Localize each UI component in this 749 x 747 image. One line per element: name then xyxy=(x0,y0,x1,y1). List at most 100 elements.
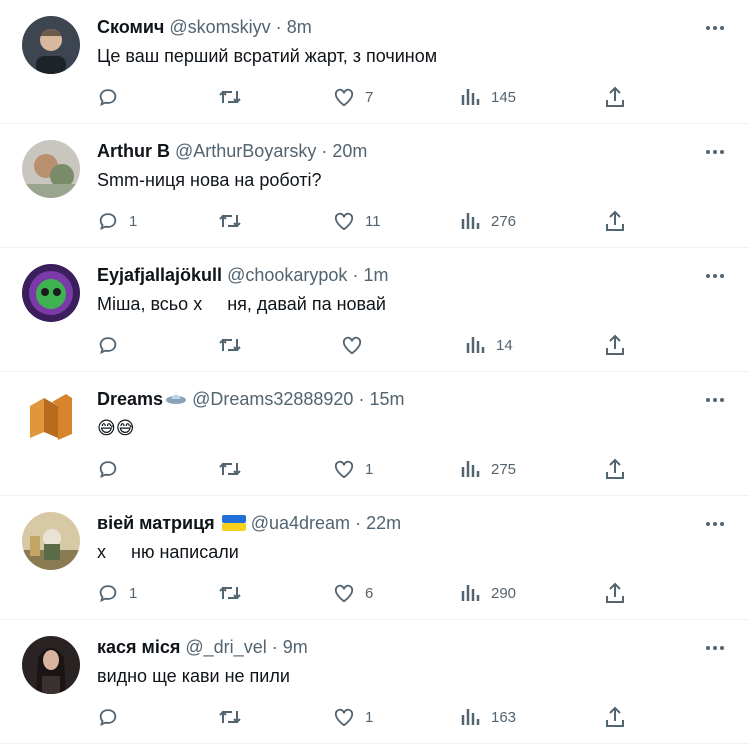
more-dots-icon[interactable] xyxy=(703,636,727,660)
views-button[interactable]: 290 xyxy=(461,580,516,606)
share-button[interactable] xyxy=(605,580,625,606)
reply-button[interactable]: 1 xyxy=(97,580,137,606)
like-count: 1 xyxy=(365,708,374,726)
tweet[interactable]: Dreams @Dreams32888920 · 15m 😅😅 1 275 xyxy=(0,372,749,496)
separator-dot: · xyxy=(352,265,359,285)
heart-icon xyxy=(334,708,354,727)
tweet-text: Це ваш перший всратий жарт, з почином xyxy=(97,46,438,66)
like-button[interactable]: 6 xyxy=(333,580,373,606)
views-button[interactable]: 275 xyxy=(461,456,516,482)
share-button[interactable] xyxy=(605,84,625,110)
share-button[interactable] xyxy=(605,332,625,358)
author-handle[interactable]: @Dreams32888920 xyxy=(192,389,353,409)
like-button[interactable]: 1 xyxy=(333,456,373,482)
share-icon xyxy=(606,458,624,479)
tweet-text: 😅😅 xyxy=(97,418,135,438)
author-handle[interactable]: @ArthurBoyarsky xyxy=(175,141,316,161)
views-icon xyxy=(461,213,480,229)
tweet[interactable]: віей матриця @ua4dream · 22m х ню написа… xyxy=(0,496,749,620)
tweet-header: віей матриця @ua4dream · 22m xyxy=(97,511,401,537)
avatar[interactable] xyxy=(22,16,80,74)
views-icon xyxy=(461,89,480,105)
author-name[interactable]: Eyjafjallajökull xyxy=(97,265,222,285)
reply-icon xyxy=(99,585,117,602)
author-name[interactable]: віей матриця xyxy=(97,513,215,533)
reply-button[interactable] xyxy=(97,456,129,482)
like-button[interactable]: 11 xyxy=(333,208,381,234)
more-dots-icon[interactable] xyxy=(703,140,727,164)
views-icon xyxy=(461,709,480,725)
like-button[interactable]: 7 xyxy=(333,84,373,110)
retweet-icon xyxy=(219,462,241,476)
share-icon xyxy=(606,334,624,355)
heart-icon xyxy=(334,212,354,231)
author-handle[interactable]: @ua4dream xyxy=(251,513,350,533)
timestamp[interactable]: 15m xyxy=(369,389,404,409)
share-icon xyxy=(606,86,624,107)
action-bar: 1 275 xyxy=(0,456,749,482)
timestamp[interactable]: 1m xyxy=(363,265,388,285)
like-button[interactable] xyxy=(341,332,373,358)
tweet[interactable]: Eyjafjallajökull @chookarypok · 1m Міша,… xyxy=(0,248,749,372)
author-handle[interactable]: @chookarypok xyxy=(227,265,347,285)
more-dots-icon[interactable] xyxy=(703,512,727,536)
retweet-button[interactable] xyxy=(218,84,252,110)
ukraine-flag-icon xyxy=(221,513,246,537)
like-count: 7 xyxy=(365,88,374,106)
share-button[interactable] xyxy=(605,208,625,234)
retweet-button[interactable] xyxy=(218,704,252,730)
retweet-button[interactable] xyxy=(218,580,252,606)
avatar[interactable] xyxy=(22,264,80,322)
reply-button[interactable]: 1 xyxy=(97,208,137,234)
views-button[interactable]: 145 xyxy=(461,84,516,110)
reply-button[interactable] xyxy=(97,332,129,358)
author-name[interactable]: Скомич xyxy=(97,17,164,37)
author-name[interactable]: Dreams xyxy=(97,389,163,409)
more-dots-icon[interactable] xyxy=(703,16,727,40)
views-button[interactable]: 276 xyxy=(461,208,516,234)
view-count: 290 xyxy=(491,584,517,602)
action-bar: 1 6 290 xyxy=(0,580,749,606)
more-dots-icon[interactable] xyxy=(703,264,727,288)
tweet[interactable]: Arthur B @ArthurBoyarsky · 20m Smm-ниця … xyxy=(0,124,749,248)
reply-button[interactable] xyxy=(97,704,129,730)
heart-icon xyxy=(334,584,354,603)
author-handle[interactable]: @_dri_vel xyxy=(185,637,266,657)
views-button[interactable]: 14 xyxy=(466,332,513,358)
avatar[interactable] xyxy=(22,512,80,570)
tweet[interactable]: кася міся @_dri_vel · 9m видно ще кави н… xyxy=(0,620,749,744)
timestamp[interactable]: 9m xyxy=(283,637,308,657)
avatar[interactable] xyxy=(22,636,80,694)
reply-feed: Скомич @skomskiyv · 8m Це ваш перший вср… xyxy=(0,0,749,744)
retweet-button[interactable] xyxy=(218,456,252,482)
author-name[interactable]: кася міся xyxy=(97,637,180,657)
like-button[interactable]: 1 xyxy=(333,704,373,730)
action-bar: 7 145 xyxy=(0,84,749,110)
ufo-icon xyxy=(165,389,187,413)
avatar[interactable] xyxy=(22,140,80,198)
avatar[interactable] xyxy=(22,388,80,446)
share-button[interactable] xyxy=(605,704,625,730)
view-count: 276 xyxy=(491,212,517,230)
tweet-text: Smm-ниця нова на роботі? xyxy=(97,170,322,190)
retweet-button[interactable] xyxy=(218,208,252,234)
reply-button[interactable] xyxy=(97,84,129,110)
heart-icon xyxy=(342,336,362,355)
separator-dot: · xyxy=(358,389,365,409)
tweet-header: Arthur B @ArthurBoyarsky · 20m xyxy=(97,139,367,163)
reply-count: 1 xyxy=(129,212,138,230)
more-dots-icon[interactable] xyxy=(703,388,727,412)
author-handle[interactable]: @skomskiyv xyxy=(169,17,270,37)
reply-icon xyxy=(99,461,117,478)
share-button[interactable] xyxy=(605,456,625,482)
author-name[interactable]: Arthur B xyxy=(97,141,170,161)
timestamp[interactable]: 20m xyxy=(332,141,367,161)
heart-icon xyxy=(334,88,354,107)
tweet[interactable]: Скомич @skomskiyv · 8m Це ваш перший вср… xyxy=(0,0,749,124)
reply-icon xyxy=(99,709,117,726)
views-button[interactable]: 163 xyxy=(461,704,516,730)
timestamp[interactable]: 22m xyxy=(366,513,401,533)
retweet-button[interactable] xyxy=(218,332,252,358)
timestamp[interactable]: 8m xyxy=(287,17,312,37)
tweet-text: видно ще кави не пили xyxy=(97,666,290,686)
